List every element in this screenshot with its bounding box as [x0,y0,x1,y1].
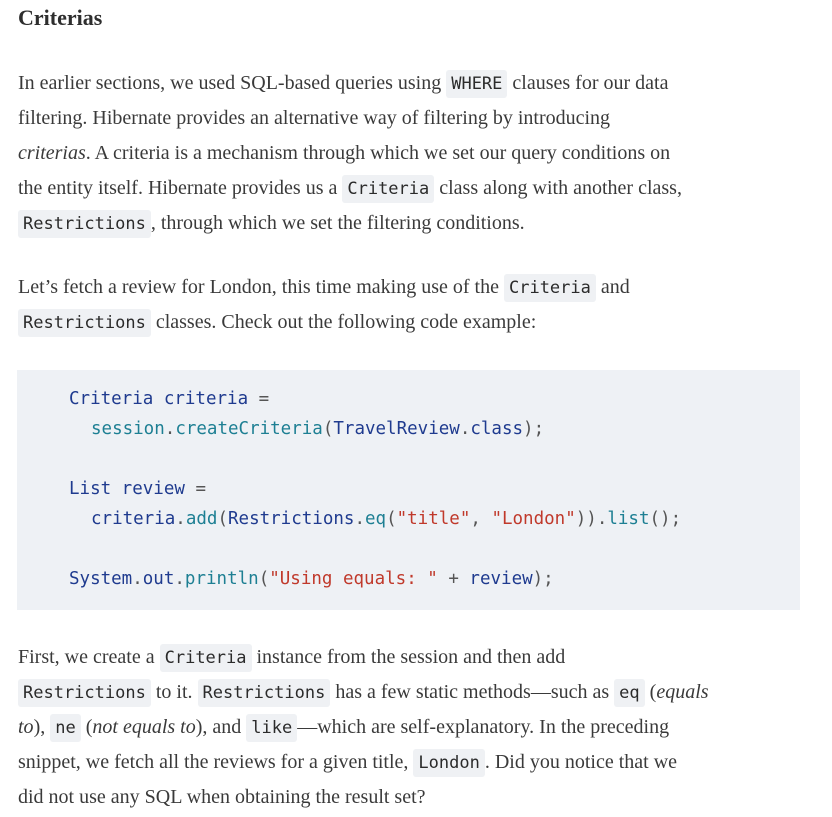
text: class along with another class, [434,177,682,199]
text: ), and [195,716,247,738]
text: clauses for our data [507,72,669,94]
text: , through which we set the filtering con… [150,212,525,234]
text: has a few static methods—such as [330,681,615,703]
article-page: Criterias In earlier sections, we used S… [0,0,832,817]
text: . A criteria is a mechanism through whic… [85,142,671,164]
text: ( [80,716,93,738]
emphasis: criterias [18,142,86,164]
inline-code-criteria: Criteria [159,644,252,672]
inline-code-like: like [246,714,298,742]
text: ( [644,681,657,703]
text: . Did you notice that we [484,751,678,773]
text: to it. [150,681,198,703]
emphasis: not equals to [92,716,196,738]
intro-paragraph: In earlier sections, we used SQL-based q… [18,66,818,241]
inline-code-where: WHERE [446,70,508,98]
inline-code-criteria: Criteria [342,175,435,203]
text: the entity itself. Hibernate provides us… [18,177,343,199]
emphasis: to [18,716,34,738]
example-intro-paragraph: Let’s fetch a review for London, this ti… [18,270,818,340]
inline-code-restrictions: Restrictions [197,679,331,707]
emphasis: equals [656,681,709,703]
inline-code-restrictions: Restrictions [18,210,151,238]
text: First, we create a [18,646,160,668]
code-line-1: Criteria criteria = [69,389,270,409]
text: —which are self-explanatory. In the prec… [297,716,670,738]
text: classes. Check out the following code ex… [150,311,537,333]
inline-code-ne: ne [50,714,81,742]
text: filtering. Hibernate provides an alterna… [18,107,611,129]
inline-code-eq: eq [614,679,645,707]
inline-code-criteria: Criteria [503,274,596,302]
section-heading: Criterias [18,5,103,30]
inline-code-london: London [413,749,485,777]
text: and [595,276,630,298]
code-line-5: System.out.println("Using equals: " + re… [69,569,554,589]
code-line-4: criteria.add(Restrictions.eq("title", "L… [91,509,682,529]
inline-code-restrictions: Restrictions [18,309,151,337]
text: did not use any SQL when obtaining the r… [18,786,426,808]
text: ), [33,716,51,738]
code-block: Criteria criteria = session.createCriter… [17,370,800,610]
text: Let’s fetch a review for London, this ti… [18,276,504,298]
text: snippet, we fetch all the reviews for a … [18,751,414,773]
text: instance from the session and then add [251,646,566,668]
code-line-2: session.createCriteria(TravelReview.clas… [91,419,545,439]
explanation-paragraph: First, we create a Criteria instance fro… [18,640,818,815]
inline-code-restrictions: Restrictions [18,679,151,707]
code-line-3: List review = [69,479,206,499]
text: In earlier sections, we used SQL-based q… [18,72,447,94]
